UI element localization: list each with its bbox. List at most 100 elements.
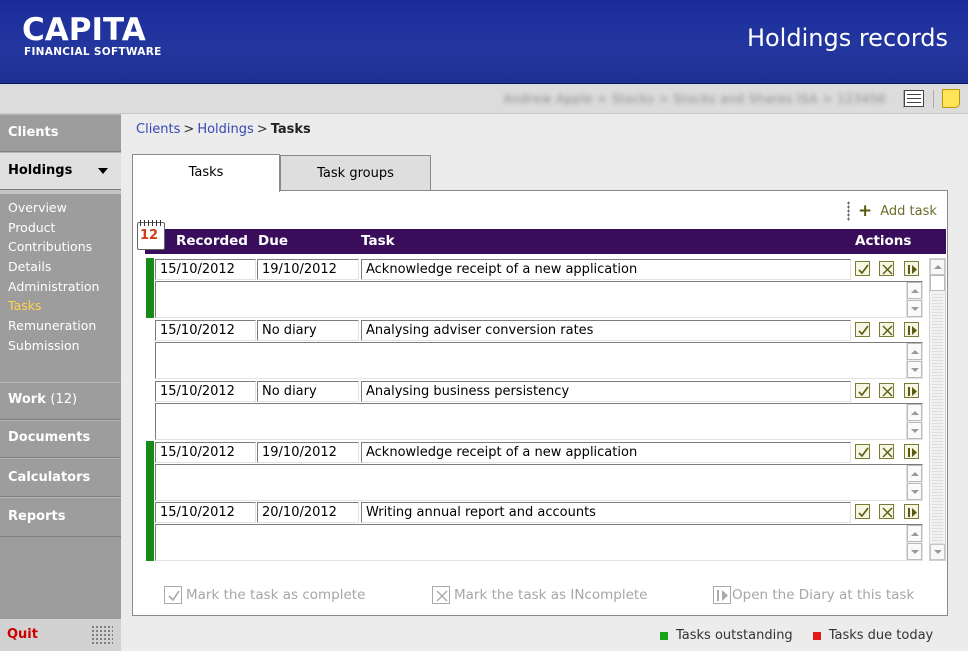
task-title[interactable]: Analysing adviser conversion rates xyxy=(361,320,851,341)
nav-product[interactable]: Product xyxy=(0,218,121,238)
legend-due-today-label: Tasks due today xyxy=(828,628,934,643)
mark-complete-icon[interactable] xyxy=(855,383,870,398)
open-diary-icon[interactable] xyxy=(904,322,919,337)
nav-reports[interactable]: Reports xyxy=(0,497,121,537)
tab-tasks[interactable]: Tasks xyxy=(132,154,280,192)
legend-incomplete: Mark the task as INcomplete xyxy=(432,586,647,604)
nav-documents[interactable]: Documents xyxy=(0,420,121,458)
recorded-date[interactable]: 15/10/2012 xyxy=(155,442,256,463)
breadcrumb: Clients > Holdings > Tasks xyxy=(136,122,311,137)
grip-icon[interactable] xyxy=(91,625,113,645)
recorded-date[interactable]: 15/10/2012 xyxy=(155,381,256,402)
open-diary-icon[interactable] xyxy=(904,261,919,276)
due-date[interactable]: 20/10/2012 xyxy=(257,502,359,523)
column-actions: Actions xyxy=(855,233,912,249)
context-bar: Andrew Apple > Stocks > Stocks and Share… xyxy=(0,84,968,114)
nav-overview[interactable]: Overview xyxy=(0,198,121,218)
task-title[interactable]: Analysing business persistency xyxy=(361,381,851,402)
notes-scrollbar[interactable] xyxy=(906,525,922,560)
nav-submission[interactable]: Submission xyxy=(0,336,121,356)
legend-diary-label: Open the Diary at this task xyxy=(732,587,915,603)
breadcrumb-clients[interactable]: Clients xyxy=(136,122,180,137)
scroll-track[interactable] xyxy=(932,292,943,544)
task-notes-field[interactable] xyxy=(155,342,923,379)
recorded-date[interactable]: 15/10/2012 xyxy=(155,320,256,341)
due-date[interactable]: 19/10/2012 xyxy=(257,259,359,280)
task-notes-field[interactable] xyxy=(155,464,923,501)
mark-incomplete-icon[interactable] xyxy=(879,261,894,276)
notes-scrollbar[interactable] xyxy=(906,404,922,439)
mark-complete-icon[interactable] xyxy=(855,444,870,459)
table-row: 15/10/2012 No diary Analysing business p… xyxy=(146,380,928,440)
mark-incomplete-icon[interactable] xyxy=(879,444,894,459)
note-icon[interactable] xyxy=(942,89,960,108)
outstanding-swatch xyxy=(660,631,668,640)
due-date[interactable]: No diary xyxy=(257,320,359,341)
due-date[interactable]: 19/10/2012 xyxy=(257,442,359,463)
breadcrumb-holdings[interactable]: Holdings xyxy=(197,122,253,137)
task-list-scrollbar[interactable] xyxy=(929,258,946,561)
plus-icon: + xyxy=(858,200,873,221)
task-title[interactable]: Acknowledge receipt of a new application xyxy=(361,442,851,463)
work-count-badge: (12) xyxy=(50,392,78,407)
nav-contributions[interactable]: Contributions xyxy=(0,237,121,257)
open-diary-icon[interactable] xyxy=(904,383,919,398)
mark-incomplete-icon[interactable] xyxy=(879,322,894,337)
nav-tasks[interactable]: Tasks xyxy=(0,296,121,316)
recorded-date[interactable]: 15/10/2012 xyxy=(155,502,256,523)
quit-button[interactable]: Quit xyxy=(7,627,38,642)
notes-scrollbar[interactable] xyxy=(906,282,922,317)
task-title[interactable]: Acknowledge receipt of a new application xyxy=(361,259,851,280)
nav-work[interactable]: Work (12) xyxy=(0,382,121,420)
calendar-number: 12 xyxy=(140,228,159,243)
diary-icon xyxy=(713,586,731,604)
nav-clients[interactable]: Clients xyxy=(0,114,121,152)
mark-complete-icon[interactable] xyxy=(855,504,870,519)
nav-work-label: Work xyxy=(8,392,46,407)
calendar-icon: 12 xyxy=(137,220,165,250)
due-date[interactable]: No diary xyxy=(257,381,359,402)
breadcrumb-separator: > xyxy=(183,122,195,137)
chevron-down-icon[interactable] xyxy=(98,168,108,174)
mark-incomplete-icon[interactable] xyxy=(879,504,894,519)
breadcrumb-separator: > xyxy=(256,122,268,137)
scroll-down-arrow[interactable] xyxy=(930,544,945,560)
add-task-button[interactable]: + Add task xyxy=(847,201,937,221)
legend-incomplete-label: Mark the task as INcomplete xyxy=(454,587,648,603)
task-notes-field[interactable] xyxy=(155,403,923,440)
nav-administration[interactable]: Administration xyxy=(0,277,121,297)
capita-logo: CAPITA xyxy=(22,12,146,48)
task-notes-field[interactable] xyxy=(155,281,923,318)
status-indicator xyxy=(146,501,154,561)
nav-details[interactable]: Details xyxy=(0,257,121,277)
scroll-up-arrow[interactable] xyxy=(930,259,945,275)
scroll-thumb[interactable] xyxy=(930,275,945,291)
nav-remuneration[interactable]: Remuneration xyxy=(0,316,121,336)
nav-calculators[interactable]: Calculators xyxy=(0,458,121,497)
column-due[interactable]: Due xyxy=(258,233,288,249)
add-task-label: Add task xyxy=(880,203,937,219)
tab-task-groups[interactable]: Task groups xyxy=(280,155,431,191)
notes-scrollbar[interactable] xyxy=(906,343,922,378)
legend-complete: Mark the task as complete xyxy=(164,586,365,604)
row-actions xyxy=(855,322,925,340)
open-diary-icon[interactable] xyxy=(904,504,919,519)
column-recorded[interactable]: Recorded xyxy=(176,233,248,249)
nav-holdings[interactable]: Holdings xyxy=(0,152,121,190)
recorded-date[interactable]: 15/10/2012 xyxy=(155,259,256,280)
task-title[interactable]: Writing annual report and accounts xyxy=(361,502,851,523)
page-title: Holdings records xyxy=(746,24,948,52)
task-notes-field[interactable] xyxy=(155,524,923,561)
mark-incomplete-icon[interactable] xyxy=(879,383,894,398)
mark-complete-icon[interactable] xyxy=(855,261,870,276)
row-actions xyxy=(855,383,925,401)
open-diary-icon[interactable] xyxy=(904,444,919,459)
notes-scrollbar[interactable] xyxy=(906,465,922,500)
status-indicator xyxy=(146,258,154,318)
list-icon[interactable] xyxy=(904,90,924,107)
mark-complete-icon[interactable] xyxy=(855,322,870,337)
separator-dots xyxy=(847,201,850,221)
client-context[interactable]: Andrew Apple > Stocks > Stocks and Share… xyxy=(503,92,886,106)
table-header: Recorded Due Task Actions xyxy=(145,229,946,254)
column-task[interactable]: Task xyxy=(361,233,395,249)
